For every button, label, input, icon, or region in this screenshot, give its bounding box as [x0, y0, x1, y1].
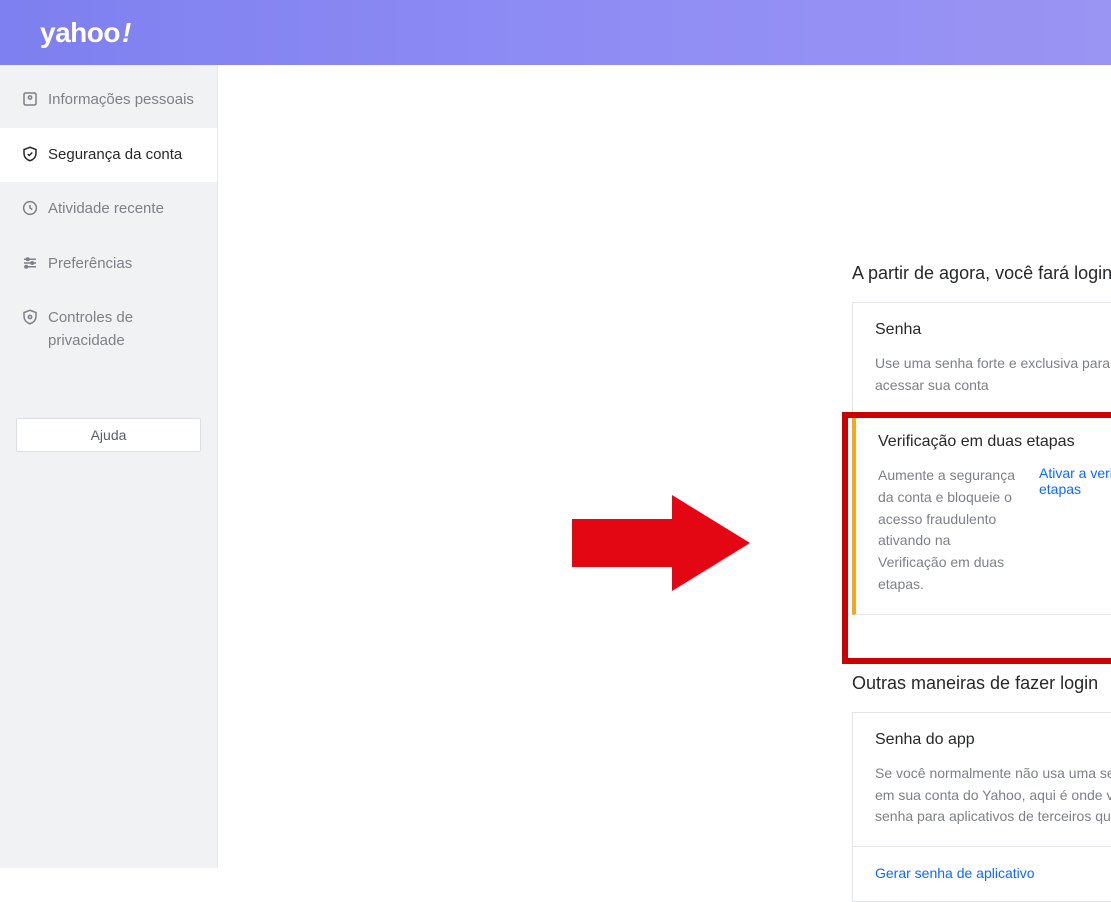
app-password-card: Senha do app Se você normalmente não usa…	[852, 712, 1111, 847]
sidebar-item-personal-info[interactable]: Informações pessoais	[0, 73, 217, 128]
sidebar: Informações pessoais Segurança da conta …	[0, 65, 218, 868]
header: yahoo!	[0, 0, 1111, 65]
generate-app-password-link[interactable]: Gerar senha de aplicativo	[875, 865, 1035, 881]
sidebar-item-label: Preferências	[42, 253, 132, 276]
login-methods-title: A partir de agora, você fará login assim	[852, 263, 1111, 284]
yahoo-exclamation-icon: !	[122, 17, 131, 48]
two-step-desc: Aumente a segurança da conta e bloqueie …	[878, 465, 1033, 595]
sidebar-item-preferences[interactable]: Preferências	[0, 237, 217, 292]
clock-icon	[18, 198, 42, 218]
sliders-icon	[18, 253, 42, 273]
shield-gear-icon	[18, 307, 42, 327]
sidebar-item-privacy-controls[interactable]: Controles de privacidade	[0, 291, 217, 368]
password-card-desc: Use uma senha forte e exclusiva para ace…	[875, 353, 1111, 396]
sidebar-item-label: Atividade recente	[42, 198, 164, 221]
sidebar-item-label: Controles de privacidade	[42, 307, 201, 352]
two-step-card: Verificação em duas etapas Aumente a seg…	[852, 414, 1111, 614]
profile-icon	[18, 89, 42, 109]
sidebar-item-recent-activity[interactable]: Atividade recente	[0, 182, 217, 237]
app-password-heading: Senha do app	[875, 731, 1111, 749]
sidebar-item-label: Segurança da conta	[42, 144, 182, 167]
two-step-heading: Verificação em duas etapas	[878, 433, 1111, 451]
help-button[interactable]: Ajuda	[16, 418, 201, 452]
yahoo-wordmark: yahoo	[40, 17, 120, 48]
main: A partir de agora, você fará login assim…	[218, 65, 1111, 868]
app-password-desc: Se você normalmente não usa uma senha pa…	[875, 763, 1111, 828]
yahoo-logo[interactable]: yahoo!	[40, 17, 131, 49]
sidebar-item-label: Informações pessoais	[42, 89, 194, 112]
other-login-title: Outras maneiras de fazer login	[852, 673, 1111, 694]
enable-two-step-link[interactable]: Ativar a verificação em duas etapas	[1039, 465, 1111, 497]
password-card-heading: Senha	[875, 321, 1111, 339]
login-methods-section: A partir de agora, você fará login assim…	[852, 263, 1111, 615]
sidebar-item-account-security[interactable]: Segurança da conta	[0, 128, 217, 183]
password-card: Senha Use uma senha forte e exclusiva pa…	[852, 302, 1111, 414]
generate-app-password-card: Gerar senha de aplicativo	[852, 847, 1111, 902]
annotation-arrow-icon	[572, 489, 752, 597]
shield-check-icon	[18, 144, 42, 164]
